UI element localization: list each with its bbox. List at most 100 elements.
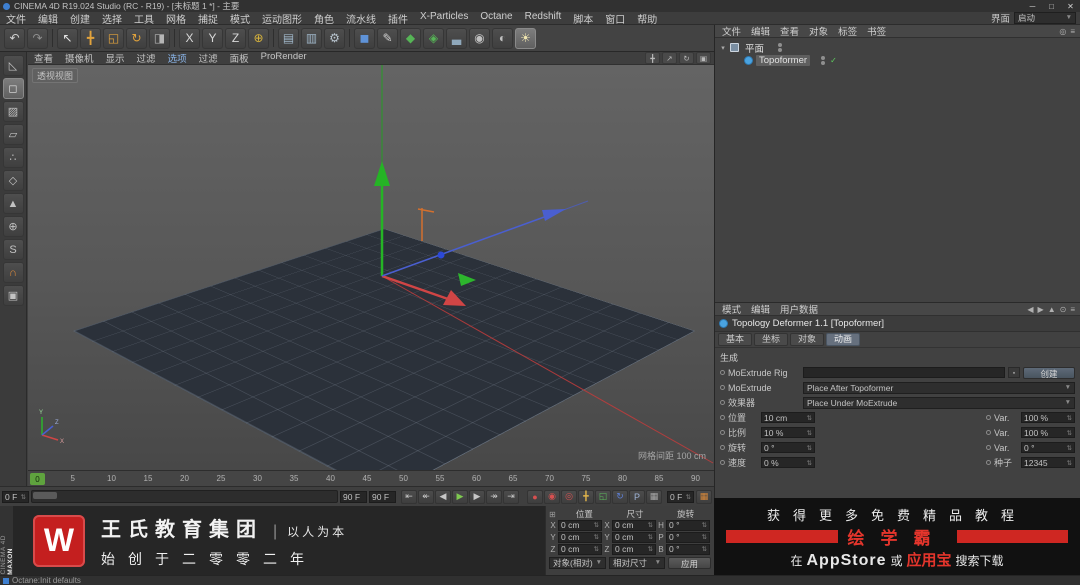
keyframe-dot[interactable] xyxy=(986,460,991,465)
viewport-menu-item[interactable]: ProRender xyxy=(255,51,313,65)
texture-mode-button[interactable]: ▨ xyxy=(3,101,24,122)
menubar-item[interactable]: 流水线 xyxy=(340,11,382,26)
polygons-mode-button[interactable]: ▲ xyxy=(3,193,24,214)
rig-options-button[interactable]: ▪ xyxy=(1008,367,1020,378)
add-primitive-button[interactable]: ◼ xyxy=(354,28,375,49)
menubar-item[interactable]: 工具 xyxy=(128,11,160,26)
range-end-field[interactable]: 90 F xyxy=(340,491,367,503)
coord-size-dropdown[interactable]: 相对尺寸 ▼ xyxy=(609,557,665,569)
menubar-item[interactable]: 运动图形 xyxy=(256,11,308,26)
zoom-view-icon[interactable]: ↗ xyxy=(662,52,677,64)
menubar-item[interactable]: 角色 xyxy=(308,11,340,26)
record-position-toggle[interactable]: ╋ xyxy=(578,490,594,504)
close-button[interactable]: ✕ xyxy=(1061,2,1080,11)
panel-menu-icon[interactable]: ≡ xyxy=(1070,27,1075,36)
maximize-button[interactable]: □ xyxy=(1042,2,1061,11)
attribute-tab[interactable]: 动画 xyxy=(826,333,860,346)
viewport-menu-item[interactable]: 面板 xyxy=(224,51,255,65)
variation-field[interactable]: 12345 ⇅ xyxy=(1021,457,1075,468)
search-icon[interactable]: ◎ xyxy=(1059,27,1066,36)
keyframe-dot[interactable] xyxy=(986,430,991,435)
om-menu-item[interactable]: 查看 xyxy=(775,24,804,38)
om-menu-item[interactable]: 书签 xyxy=(862,24,891,38)
viewport-menu-item[interactable]: 查看 xyxy=(28,51,59,65)
viewport-menu-item[interactable]: 过滤 xyxy=(131,51,162,65)
timeline-playhead[interactable]: 0 xyxy=(30,473,45,485)
next-frame-button[interactable]: ▶ xyxy=(469,490,485,504)
create-button[interactable]: 创建 xyxy=(1023,367,1075,379)
add-camera-button[interactable]: ◉ xyxy=(469,28,490,49)
size-z-field[interactable]: 0 cm ⇅ xyxy=(612,544,656,555)
points-mode-button[interactable]: ∴ xyxy=(3,147,24,168)
add-generator-button[interactable]: ◆ xyxy=(400,28,421,49)
menubar-item[interactable]: 脚本 xyxy=(567,11,599,26)
play-button[interactable]: ▶ xyxy=(452,490,468,504)
keyframe-dot[interactable] xyxy=(720,370,725,375)
last-used-tool[interactable]: ◨ xyxy=(149,28,170,49)
undo-button[interactable]: ↶ xyxy=(4,28,25,49)
keyframe-dot[interactable] xyxy=(720,385,725,390)
view-label[interactable]: 透视视图 xyxy=(32,68,78,83)
history-forward-icon[interactable]: ▶ xyxy=(1038,305,1044,314)
menubar-item[interactable]: 捕捉 xyxy=(192,11,224,26)
viewport-menu-item[interactable]: 选项 xyxy=(162,51,193,65)
keyframe-dot[interactable] xyxy=(986,445,991,450)
object-row[interactable]: Topoformer ✓ xyxy=(715,54,1080,67)
menubar-item[interactable]: 网格 xyxy=(160,11,192,26)
redo-button[interactable]: ↷ xyxy=(27,28,48,49)
om-menu-item[interactable]: 标签 xyxy=(833,24,862,38)
attribute-tab[interactable]: 对象 xyxy=(790,333,824,346)
add-scene-object-button[interactable]: ▃ xyxy=(446,28,467,49)
menubar-item[interactable]: 插件 xyxy=(382,11,414,26)
viewport-menu-item[interactable]: 过滤 xyxy=(193,51,224,65)
viewport-menu-item[interactable]: 摄像机 xyxy=(59,51,100,65)
previous-frame-button[interactable]: ◀ xyxy=(435,490,451,504)
menubar-item[interactable]: 创建 xyxy=(64,11,96,26)
record-rotation-toggle[interactable]: ↻ xyxy=(612,490,628,504)
keyframe-dot[interactable] xyxy=(720,415,725,420)
render-view-button[interactable]: ▤ xyxy=(278,28,299,49)
parameter-field[interactable]: 10 cm ⇅ xyxy=(761,412,815,423)
menubar-item[interactable]: 模式 xyxy=(224,11,256,26)
toggle-view-icon[interactable]: ▣ xyxy=(696,52,711,64)
om-menu-item[interactable]: 文件 xyxy=(717,24,746,38)
object-label[interactable]: Topoformer xyxy=(756,55,810,66)
enabled-check-icon[interactable]: ✓ xyxy=(830,56,837,65)
spinner-icon[interactable]: ⇅ xyxy=(686,493,691,501)
viewport-menu-item[interactable]: 显示 xyxy=(100,51,131,65)
parameter-field[interactable]: 0 % ⇅ xyxy=(761,457,815,468)
object-label[interactable]: 平面 xyxy=(742,41,767,55)
attribute-tab[interactable]: 基本 xyxy=(718,333,752,346)
render-picture-viewer-button[interactable]: ▥ xyxy=(301,28,322,49)
workplane-mode-button[interactable]: ▱ xyxy=(3,124,24,145)
keyframe-dot[interactable] xyxy=(986,415,991,420)
viewport-solo-button[interactable]: S xyxy=(3,239,24,260)
power-slider[interactable] xyxy=(31,490,338,503)
menubar-item[interactable]: 文件 xyxy=(0,11,32,26)
position-y-field[interactable]: 0 cm ⇅ xyxy=(558,532,602,543)
navigate-up-icon[interactable]: ▲ xyxy=(1048,305,1056,314)
layout-dropdown[interactable]: 启动 ▼ xyxy=(1014,12,1076,24)
previous-key-button[interactable]: ↞ xyxy=(418,490,434,504)
menubar-item[interactable]: 选择 xyxy=(96,11,128,26)
rotate-view-icon[interactable]: ↻ xyxy=(679,52,694,64)
x-axis-lock[interactable]: X xyxy=(179,28,200,49)
history-back-icon[interactable]: ◀ xyxy=(1027,305,1033,314)
variation-field[interactable]: 100 % ⇅ xyxy=(1021,412,1075,423)
next-key-button[interactable]: ↠ xyxy=(486,490,502,504)
frame-offset-field[interactable]: 0 F ⇅ xyxy=(667,491,694,503)
menubar-item[interactable]: X-Particles xyxy=(414,11,474,26)
expander-icon[interactable]: ▾ xyxy=(719,44,727,52)
move-tool[interactable]: ╋ xyxy=(80,28,101,49)
visibility-dots[interactable] xyxy=(821,56,825,65)
workplane-lock-button[interactable]: ▣ xyxy=(3,285,24,306)
render-settings-button[interactable]: ⚙ xyxy=(324,28,345,49)
menubar-item[interactable]: Octane xyxy=(474,11,518,26)
timeline-ruler[interactable]: 0 051015202530354045505560657075808590 xyxy=(28,470,714,486)
coord-mode-dropdown[interactable]: 对象(相对) ▼ xyxy=(549,557,606,569)
z-axis-lock[interactable]: Z xyxy=(225,28,246,49)
max-frame-field[interactable]: 90 F xyxy=(369,491,396,503)
display-filter-button[interactable]: ◐ xyxy=(492,28,513,49)
am-menu-item[interactable]: 编辑 xyxy=(746,302,775,316)
panel-menu-icon[interactable]: ≡ xyxy=(1070,305,1075,314)
